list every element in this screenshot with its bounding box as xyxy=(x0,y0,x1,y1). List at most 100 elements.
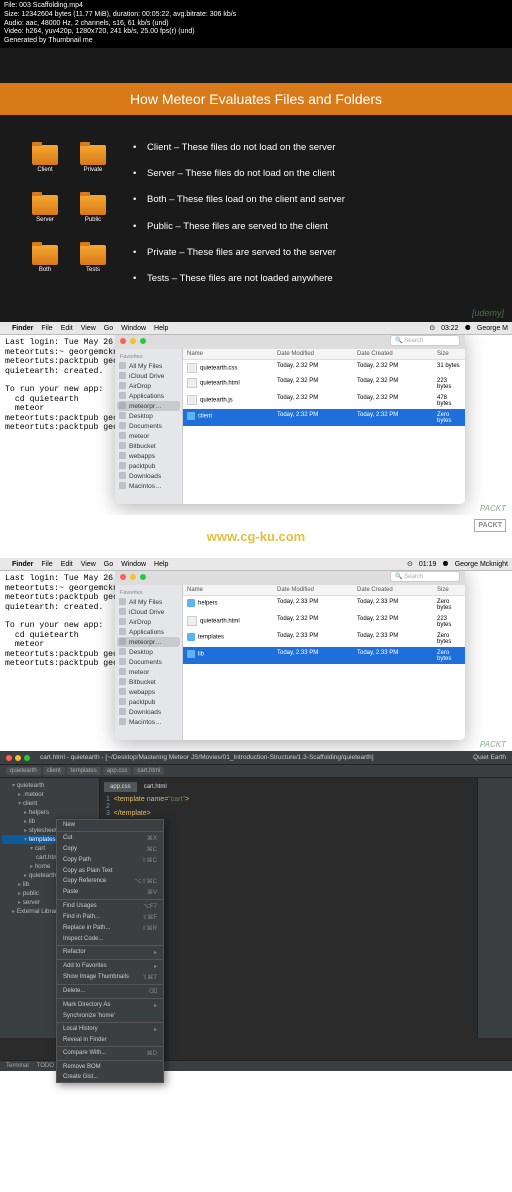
minimize-icon[interactable] xyxy=(130,338,136,344)
sidebar-item[interactable]: meteorpr… xyxy=(117,637,180,647)
sidebar-item[interactable]: meteor xyxy=(117,667,180,677)
sidebar-item[interactable]: meteor xyxy=(117,431,180,441)
col-date-created[interactable]: Date Created xyxy=(353,349,433,359)
context-menu-item[interactable]: Delete...⌫ xyxy=(57,986,163,997)
col-size[interactable]: Size xyxy=(433,349,465,359)
sidebar-item[interactable]: packtpub xyxy=(117,697,180,707)
context-menu-item[interactable]: Add to Favorites▸ xyxy=(57,961,163,972)
context-menu-item[interactable]: Replace in Path...⇧⌘R xyxy=(57,923,163,934)
sidebar-item[interactable]: All My Files xyxy=(117,597,180,607)
close-icon[interactable] xyxy=(6,755,12,761)
table-row[interactable]: helpersToday, 2:33 PMToday, 2:33 PMZero … xyxy=(183,596,465,613)
sidebar-item[interactable]: Documents xyxy=(117,657,180,667)
sidebar-item[interactable]: AirDrop xyxy=(117,617,180,627)
menu-item[interactable]: View xyxy=(81,325,96,332)
context-menu-item[interactable]: Refactor▸ xyxy=(57,947,163,958)
context-menu-item[interactable]: Remove BOM xyxy=(57,1062,163,1072)
table-row[interactable]: quietearth.htmlToday, 2:32 PMToday, 2:32… xyxy=(183,613,465,630)
col-date-modified[interactable]: Date Modified xyxy=(273,349,353,359)
minimize-icon[interactable] xyxy=(15,755,21,761)
context-menu-item[interactable]: Inspect Code... xyxy=(57,934,163,944)
menu-item[interactable]: Help xyxy=(154,325,168,332)
search-input[interactable]: 🔍 Search xyxy=(390,335,460,346)
editor-tab[interactable]: app.css xyxy=(104,782,137,792)
menu-item[interactable]: Edit xyxy=(61,325,73,332)
menu-item[interactable]: Window xyxy=(121,561,146,568)
crumb[interactable]: templates xyxy=(67,767,101,775)
close-icon[interactable] xyxy=(120,574,126,580)
context-menu-item[interactable]: Copy as Plain Text xyxy=(57,866,163,876)
context-menu-item[interactable]: Create Gist... xyxy=(57,1072,163,1082)
ide-window[interactable]: cart.html - quietearth - [~/Desktop/Mast… xyxy=(0,751,512,1071)
table-row[interactable]: templatesToday, 2:33 PMToday, 2:33 PMZer… xyxy=(183,630,465,647)
col-size[interactable]: Size xyxy=(433,585,465,595)
context-menu-item[interactable]: Compare With...⌘D xyxy=(57,1048,163,1059)
col-date-created[interactable]: Date Created xyxy=(353,585,433,595)
crumb[interactable]: cart.html xyxy=(133,767,164,775)
context-menu-item[interactable]: New xyxy=(57,820,163,830)
mac-menubar[interactable]: Finder File Edit View Go Window Help ⊙ 0… xyxy=(0,558,512,571)
wifi-icon[interactable]: ⚈ xyxy=(465,324,471,332)
close-icon[interactable] xyxy=(120,338,126,344)
menu-item[interactable]: Window xyxy=(121,325,146,332)
table-row[interactable]: quietearth.jsToday, 2:32 PMToday, 2:32 P… xyxy=(183,392,465,409)
sidebar-item[interactable]: iCloud Drive xyxy=(117,607,180,617)
context-menu-item[interactable]: Copy Reference⌥⇧⌘C xyxy=(57,876,163,887)
context-menu-item[interactable]: Show Image Thumbnails⇧⌘T xyxy=(57,972,163,983)
crumb[interactable]: app.css xyxy=(103,767,132,775)
sidebar-item[interactable]: Applications xyxy=(117,627,180,637)
table-row[interactable]: clientToday, 2:32 PMToday, 2:32 PMZero b… xyxy=(183,409,465,426)
context-menu-item[interactable]: Find in Path...⇧⌘F xyxy=(57,912,163,923)
table-row[interactable]: libToday, 2:33 PMToday, 2:33 PMZero byte… xyxy=(183,647,465,664)
tree-item[interactable]: helpers xyxy=(2,808,97,817)
table-row[interactable]: quietearth.cssToday, 2:32 PMToday, 2:32 … xyxy=(183,360,465,375)
status-todo[interactable]: TODO xyxy=(37,1063,54,1069)
col-name[interactable]: Name xyxy=(183,585,273,595)
crumb[interactable]: quietearth xyxy=(6,767,41,775)
app-name[interactable]: Finder xyxy=(12,325,33,332)
app-name[interactable]: Finder xyxy=(12,561,33,568)
menu-item[interactable]: Go xyxy=(104,325,113,332)
sidebar-item[interactable]: iCloud Drive xyxy=(117,371,180,381)
menu-item[interactable]: File xyxy=(41,325,52,332)
menu-item[interactable]: View xyxy=(81,561,96,568)
sidebar-item[interactable]: Downloads xyxy=(117,471,180,481)
breadcrumb[interactable]: quietearth client templates app.css cart… xyxy=(0,765,512,778)
table-row[interactable]: quietearth.htmlToday, 2:32 PMToday, 2:32… xyxy=(183,375,465,392)
sidebar-item[interactable]: Macintos… xyxy=(117,481,180,491)
sidebar-item[interactable]: packtpub xyxy=(117,461,180,471)
crumb[interactable]: client xyxy=(43,767,65,775)
context-menu-item[interactable]: Find Usages⌥F7 xyxy=(57,901,163,912)
context-menu-item[interactable]: Reveal in Finder xyxy=(57,1035,163,1045)
sidebar-item[interactable]: Desktop xyxy=(117,411,180,421)
mac-menubar[interactable]: Finder File Edit View Go Window Help ⊙ 0… xyxy=(0,322,512,335)
wifi-icon[interactable]: ⚈ xyxy=(442,560,448,568)
sidebar-item[interactable]: Bitbucket xyxy=(117,677,180,687)
tree-item[interactable]: client xyxy=(2,799,97,808)
sidebar-item[interactable]: Bitbucket xyxy=(117,441,180,451)
search-input[interactable]: 🔍 Search xyxy=(390,571,460,582)
col-date-modified[interactable]: Date Modified xyxy=(273,585,353,595)
tree-item[interactable]: quietearth xyxy=(2,781,97,790)
context-menu-item[interactable]: Cut⌘X xyxy=(57,833,163,844)
sidebar-item[interactable]: Downloads xyxy=(117,707,180,717)
tree-item[interactable]: .meteor xyxy=(2,790,97,799)
context-menu-item[interactable]: Local History▸ xyxy=(57,1024,163,1035)
editor-tab[interactable]: cart.html xyxy=(138,782,173,792)
status-terminal[interactable]: Terminal xyxy=(6,1063,29,1069)
sidebar-item[interactable]: AirDrop xyxy=(117,381,180,391)
context-menu-item[interactable]: Copy⌘C xyxy=(57,844,163,855)
sidebar-item[interactable]: meteorpr… xyxy=(117,401,180,411)
finder-window[interactable]: packtpu… quietearth 🔍 Search Favorites A… xyxy=(115,335,465,504)
sidebar-item[interactable]: Macintos… xyxy=(117,717,180,727)
context-menu-item[interactable]: Copy Path⇧⌘C xyxy=(57,855,163,866)
menu-item[interactable]: Edit xyxy=(61,561,73,568)
menu-item[interactable]: Go xyxy=(104,561,113,568)
col-name[interactable]: Name xyxy=(183,349,273,359)
sidebar-item[interactable]: Documents xyxy=(117,421,180,431)
context-menu-item[interactable]: Paste⌘V xyxy=(57,887,163,898)
zoom-icon[interactable] xyxy=(24,755,30,761)
context-menu[interactable]: New Cut⌘XCopy⌘CCopy Path⇧⌘CCopy as Plain … xyxy=(56,819,164,1083)
minimize-icon[interactable] xyxy=(130,574,136,580)
menu-item[interactable]: File xyxy=(41,561,52,568)
